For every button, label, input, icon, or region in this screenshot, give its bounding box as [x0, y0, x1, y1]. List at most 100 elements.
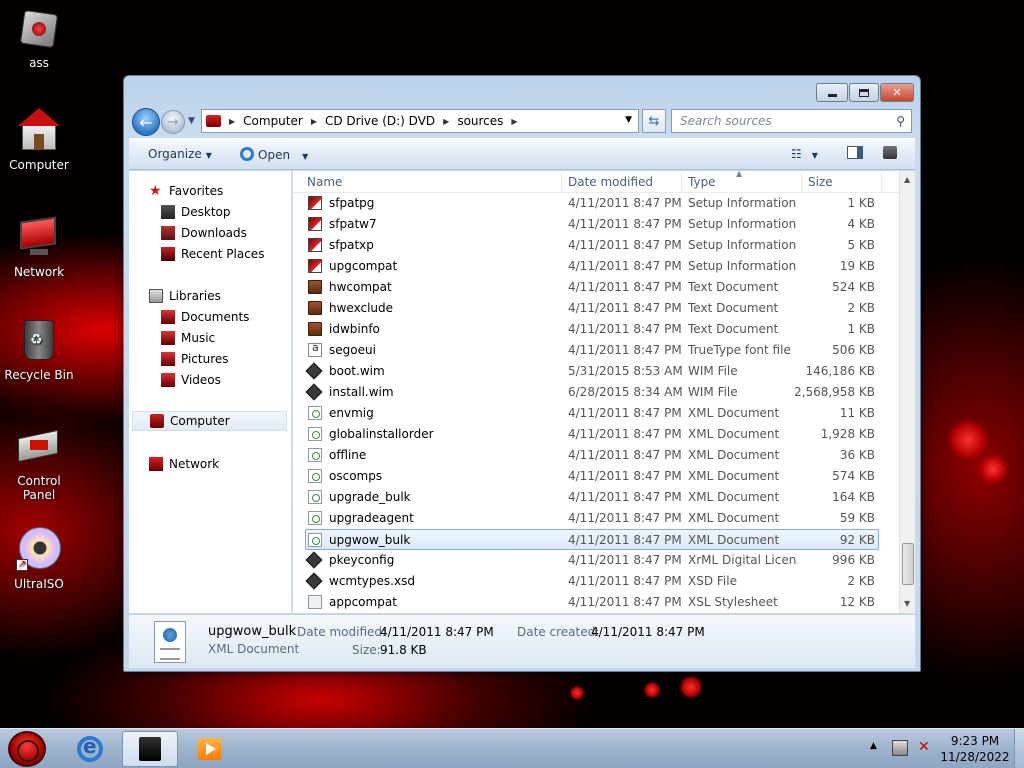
chevron-down-icon[interactable]: ▼ — [302, 152, 308, 161]
show-desktop-button[interactable] — [1014, 729, 1024, 768]
nav-downloads[interactable]: Downloads — [161, 223, 247, 243]
explorer-window[interactable]: ✕ ← → ▼ ▶ Computer ▶ CD Drive (D:) DVD ▶… — [123, 75, 921, 672]
change-view-button[interactable]: ☷ ▼ — [791, 147, 818, 161]
table-row[interactable]: hwexclude 4/11/2011 8:47 PM Text Document 2… — [293, 298, 901, 319]
refresh-button[interactable]: ⇆ — [642, 109, 666, 133]
file-name: sfpatpg — [329, 196, 375, 210]
file-name: wcmtypes.xsd — [329, 574, 415, 588]
column-divider[interactable] — [881, 171, 882, 193]
file-name: envmig — [329, 406, 374, 420]
close-button[interactable]: ✕ — [880, 83, 914, 102]
scrollbar-thumb[interactable] — [902, 543, 914, 585]
breadcrumb-separator[interactable]: ▶ — [307, 117, 321, 126]
table-row[interactable]: offline 4/11/2011 8:47 PM XML Document 36 K… — [293, 445, 901, 466]
table-row[interactable]: sfpatxp 4/11/2011 8:47 PM Setup Informatio… — [293, 235, 901, 256]
file-size: 59 KB — [839, 511, 875, 525]
breadcrumb-separator[interactable]: ▶ — [439, 117, 453, 126]
nav-computer[interactable]: Computer — [132, 411, 287, 431]
table-row[interactable]: upgcompat 4/11/2011 8:47 PM Setup Informat… — [293, 256, 901, 277]
clock[interactable]: 9:23 PM 11/28/2022 — [940, 733, 1010, 765]
taskbar-media-player[interactable] — [182, 731, 238, 767]
details-pane: upgwow_bulk XML Document Date modified: … — [129, 614, 915, 668]
file-name: offline — [329, 448, 367, 462]
desktop-icon-recycle-bin[interactable]: ♻ Recycle Bin — [0, 318, 78, 382]
table-row[interactable]: oscomps 4/11/2011 8:47 PM XML Document 574 … — [293, 466, 901, 487]
file-type: XML Document — [688, 469, 780, 483]
table-row[interactable]: sfpatpg 4/11/2011 8:47 PM Setup Informatio… — [293, 193, 901, 214]
file-size: 11 KB — [839, 406, 875, 420]
breadcrumb-separator[interactable]: ▶ — [507, 117, 521, 126]
desktop-icon-ultraiso[interactable]: ↗ UltraISO — [0, 527, 78, 591]
details-modified-label: Date modified: — [297, 625, 387, 639]
desktop-icon-ass[interactable]: ass — [0, 9, 78, 70]
file-type: Text Document — [688, 301, 779, 315]
column-divider[interactable] — [801, 171, 802, 193]
table-row[interactable]: hwcompat 4/11/2011 8:47 PM Text Document 52… — [293, 277, 901, 298]
forward-button[interactable]: → — [161, 110, 185, 134]
taskbar-internet-explorer[interactable] — [62, 731, 118, 767]
search-icon[interactable]: ⚲ — [896, 114, 905, 128]
desktop-icon-computer[interactable]: Computer — [0, 108, 78, 172]
volume-muted-icon[interactable]: ✕ — [918, 739, 930, 755]
file-date: 4/11/2011 8:47 PM — [568, 301, 682, 315]
file-size: 92 KB — [839, 533, 875, 547]
back-button[interactable]: ← — [132, 108, 160, 136]
nav-favorites[interactable]: ★ Favorites — [149, 181, 223, 201]
table-row[interactable]: boot.wim 5/31/2015 8:53 AM WIM File 146,186… — [293, 361, 901, 382]
recent-pages-dropdown[interactable]: ▼ — [188, 116, 195, 126]
table-row[interactable]: install.wim 6/28/2015 8:34 AM WIM File 2,56… — [293, 382, 901, 403]
address-dropdown-icon[interactable]: ▼ — [625, 115, 632, 125]
action-center-flag-icon[interactable] — [892, 740, 908, 756]
scroll-up-arrow-icon[interactable]: ▲ — [904, 175, 910, 184]
desktop-icon-network[interactable]: Network — [0, 215, 78, 279]
maximize-button[interactable] — [849, 83, 879, 102]
nav-pictures[interactable]: Pictures — [161, 349, 229, 369]
column-header-type[interactable]: Type — [688, 175, 716, 189]
help-button[interactable] — [883, 146, 897, 162]
organize-button[interactable]: Organize ▼ — [148, 147, 212, 161]
table-row[interactable]: upgradeagent 4/11/2011 8:47 PM XML Documen… — [293, 508, 901, 529]
taskbar-windows-explorer[interactable] — [122, 731, 178, 767]
table-row[interactable]: segoeui 4/11/2011 8:47 PM TrueType font fi… — [293, 340, 901, 361]
table-row[interactable]: globalinstallorder 4/11/2011 8:47 PM XML D… — [293, 424, 901, 445]
table-row[interactable]: idwbinfo 4/11/2011 8:47 PM Text Document 1 … — [293, 319, 901, 340]
nav-documents[interactable]: Documents — [161, 307, 249, 327]
minimize-button[interactable] — [816, 83, 848, 102]
open-button[interactable]: Open ▼ — [240, 147, 308, 162]
scroll-down-arrow-icon[interactable]: ▼ — [904, 599, 910, 608]
table-row[interactable]: wcmtypes.xsd 4/11/2011 8:47 PM XSD File 2 K… — [293, 571, 901, 592]
nav-label: Favorites — [169, 184, 224, 198]
vertical-scrollbar[interactable]: ▲ ▼ — [899, 171, 915, 613]
control-panel-icon — [16, 424, 62, 470]
nav-music[interactable]: Music — [161, 328, 215, 348]
column-divider[interactable] — [561, 171, 562, 193]
breadcrumb-sources[interactable]: sources — [453, 114, 507, 128]
start-button[interactable] — [8, 731, 46, 767]
nav-desktop[interactable]: Desktop — [161, 202, 231, 222]
breadcrumb-cd-drive[interactable]: CD Drive (D:) DVD — [321, 114, 439, 128]
nav-libraries[interactable]: Libraries — [149, 286, 221, 306]
breadcrumb-separator[interactable]: ▶ — [225, 117, 239, 126]
show-hidden-icons-icon[interactable]: ▲ — [870, 741, 877, 751]
search-input[interactable]: Search sources ⚲ — [671, 109, 912, 133]
column-header-date[interactable]: Date modified — [568, 175, 653, 189]
breadcrumb-computer[interactable]: Computer — [239, 114, 307, 128]
nav-videos[interactable]: Videos — [161, 370, 221, 390]
preview-pane-button[interactable] — [847, 146, 863, 162]
internet-explorer-icon — [77, 734, 103, 762]
table-row-selected[interactable]: upgwow_bulk 4/11/2011 8:47 PM XML Document… — [305, 529, 879, 550]
nav-recent-places[interactable]: Recent Places — [161, 244, 264, 264]
column-header-size[interactable]: Size — [808, 175, 833, 189]
table-row[interactable]: sfpatw7 4/11/2011 8:47 PM Setup Informatio… — [293, 214, 901, 235]
table-row[interactable]: appcompat 4/11/2011 8:47 PM XSL Stylesheet… — [293, 592, 901, 613]
address-bar[interactable]: ▶ Computer ▶ CD Drive (D:) DVD ▶ sources… — [201, 109, 639, 133]
table-row[interactable]: upgrade_bulk 4/11/2011 8:47 PM XML Documen… — [293, 487, 901, 508]
nav-network[interactable]: Network — [149, 454, 219, 474]
table-row[interactable]: envmig 4/11/2011 8:47 PM XML Document 11 KB — [293, 403, 901, 424]
file-list[interactable]: Name Date modified Type ▲ Size sfpatpg 4/… — [293, 171, 915, 613]
table-row[interactable]: pkeyconfig 4/11/2011 8:47 PM XrML Digital … — [293, 550, 901, 571]
desktop-icon-control-panel[interactable]: Control Panel — [0, 424, 78, 502]
column-header-name[interactable]: Name — [307, 175, 342, 189]
column-divider[interactable] — [681, 171, 682, 193]
wallpaper-glow — [680, 676, 702, 698]
